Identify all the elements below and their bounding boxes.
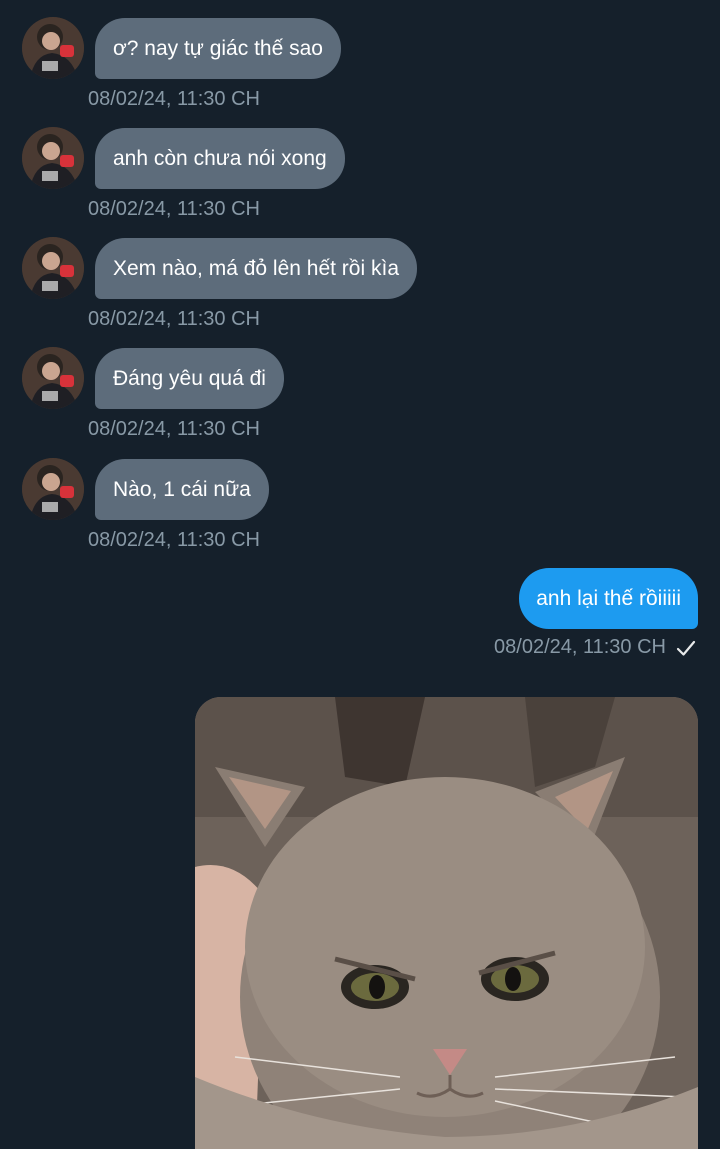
outgoing-message-bubble[interactable]: anh lại thế rồiiiii	[519, 568, 698, 629]
message-timestamp: 08/02/24, 11:30 CH	[88, 529, 260, 551]
message-bubble[interactable]: Xem nào, má đỏ lên hết rồi kìa	[95, 238, 417, 299]
message-bubble[interactable]: Nào, 1 cái nữa	[95, 459, 269, 520]
avatar[interactable]	[22, 347, 84, 409]
incoming-message: anh còn chưa nói xong 08/02/24, 11:30 CH	[0, 113, 720, 223]
avatar[interactable]	[22, 237, 84, 299]
message-timestamp: 08/02/24, 11:30 CH	[494, 636, 666, 658]
message-timestamp: 08/02/24, 11:30 CH	[88, 88, 260, 110]
message-timestamp: 08/02/24, 11:30 CH	[88, 308, 260, 330]
incoming-message: Đáng yêu quá đi 08/02/24, 11:30 CH	[0, 333, 720, 443]
image-attachment[interactable]	[195, 697, 698, 1149]
outgoing-message-meta: 08/02/24, 11:30 CH	[494, 636, 696, 659]
avatar[interactable]	[22, 458, 84, 520]
dm-conversation: ơ? nay tự giác thế sao 08/02/24, 11:30 C…	[0, 0, 720, 1149]
message-bubble[interactable]: anh còn chưa nói xong	[95, 128, 345, 189]
incoming-message: Nào, 1 cái nữa 08/02/24, 11:30 CH	[0, 444, 720, 554]
message-bubble[interactable]: ơ? nay tự giác thế sao	[95, 18, 341, 79]
incoming-message: ơ? nay tự giác thế sao 08/02/24, 11:30 C…	[0, 3, 720, 113]
incoming-message: Xem nào, má đỏ lên hết rồi kìa 08/02/24,…	[0, 223, 720, 333]
avatar[interactable]	[22, 17, 84, 79]
avatar[interactable]	[22, 127, 84, 189]
message-bubble[interactable]: Đáng yêu quá đi	[95, 348, 284, 409]
check-icon	[676, 638, 696, 658]
message-timestamp: 08/02/24, 11:30 CH	[88, 198, 260, 220]
message-timestamp: 08/02/24, 11:30 CH	[88, 418, 260, 440]
